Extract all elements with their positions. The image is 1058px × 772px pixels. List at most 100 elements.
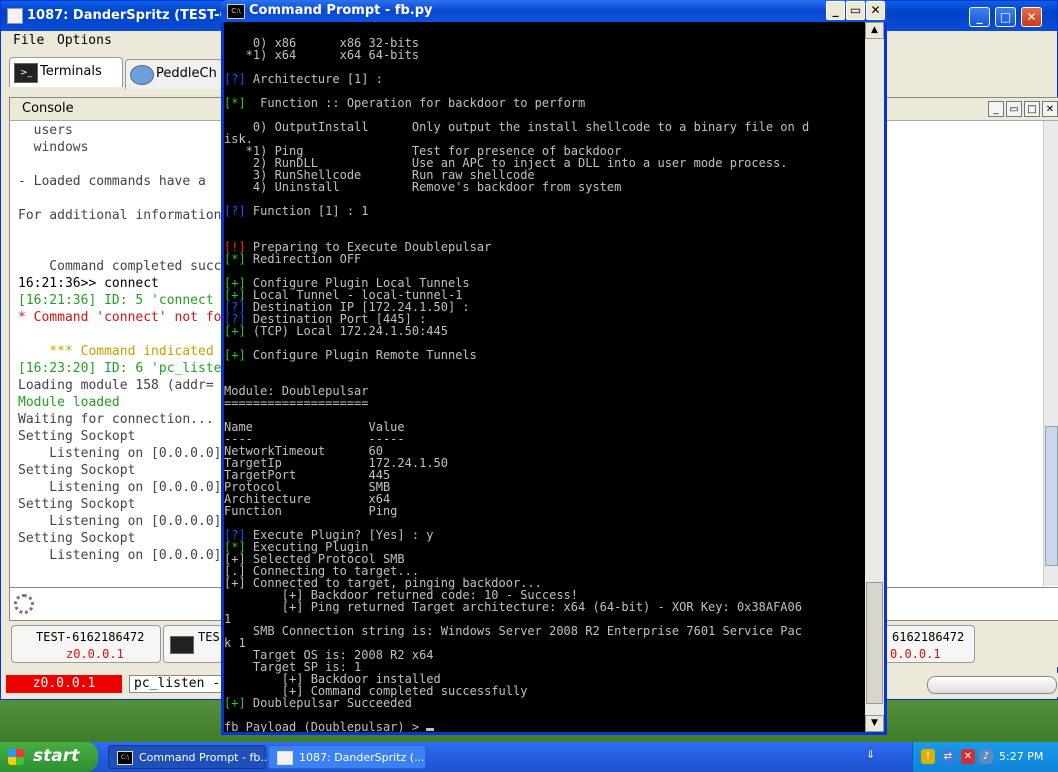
cmd-output-line: 0) OutputInstall Only output the install… bbox=[224, 121, 809, 133]
target-tab-addr: 0.0.0.1 bbox=[890, 647, 941, 661]
satellite-icon bbox=[130, 65, 154, 85]
cmd-output-line: 4) Uninstall Remove's backdoor from syst… bbox=[224, 181, 621, 193]
status-target-badge: z0.0.0.1 bbox=[6, 675, 122, 693]
volume-icon[interactable]: ♪ bbox=[979, 749, 993, 764]
system-tray: ! ⇄ ✕ ♪ 5:27 PM bbox=[912, 742, 1058, 772]
cmd-output-line: [+] Configure Plugin Remote Tunnels bbox=[224, 349, 477, 361]
menu-file[interactable]: File bbox=[13, 33, 44, 48]
cmd-text-segment: [*] bbox=[224, 252, 246, 266]
windows-logo-icon bbox=[8, 749, 24, 765]
cmd-text-segment: [+] bbox=[224, 348, 246, 362]
busy-spinner-icon bbox=[14, 594, 34, 614]
console-scroll-thumb[interactable] bbox=[1045, 426, 1058, 566]
cmd-text-segment: [+] bbox=[224, 696, 246, 710]
console-app-icon: C:\ bbox=[227, 4, 245, 19]
cmd-output-line: [?] Function [1] : 1 bbox=[224, 205, 369, 217]
cmd-text-segment: [?] bbox=[224, 204, 246, 218]
console-scrollbar[interactable] bbox=[1043, 121, 1058, 586]
console-line: - Loaded commands have a bbox=[18, 174, 206, 189]
console-line: Listening on [0.0.0.0] bbox=[18, 446, 222, 461]
cmd-close-button[interactable]: ✕ bbox=[866, 1, 885, 20]
terminal-icon bbox=[170, 636, 194, 654]
cmd-output-line: [*] Function :: Operation for backdoor t… bbox=[224, 97, 585, 109]
console-line: Listening on [0.0.0.0] bbox=[18, 514, 222, 529]
cmd-text-segment: Redirection OFF bbox=[245, 252, 362, 266]
cmd-text-segment: Function [1] : 1 bbox=[245, 204, 369, 218]
cmd-text-segment: Function Ping bbox=[224, 504, 398, 518]
console-label: Console bbox=[22, 101, 74, 116]
cmd-scroll-thumb[interactable] bbox=[866, 582, 883, 704]
cmd-output-line: [+] Doublepulsar Succeeded bbox=[224, 697, 412, 709]
cmd-text-segment: ==================== bbox=[224, 396, 369, 410]
console-line: Setting Sockopt bbox=[18, 463, 136, 478]
cmd-text-segment: [*] bbox=[224, 96, 246, 110]
scroll-up-icon[interactable]: ▲ bbox=[865, 22, 884, 39]
console-line: Waiting for connection... bbox=[18, 412, 214, 427]
taskbar: start C:\ Command Prompt - fb... 1087: D… bbox=[0, 742, 1058, 772]
console-line: 16:21:36>> connect bbox=[18, 276, 159, 291]
menu-options[interactable]: Options bbox=[57, 33, 112, 48]
target-tab[interactable]: 6162186472 0.0.0.1 bbox=[883, 625, 975, 663]
tray-expand-icon[interactable]: ⇓ bbox=[866, 748, 875, 761]
taskbar-item-danderspritz[interactable]: 1087: DanderSpritz (... bbox=[268, 745, 426, 769]
security-alert-icon[interactable]: ✕ bbox=[961, 749, 975, 764]
cmd-title: Command Prompt - fb.py bbox=[249, 3, 433, 18]
taskbar-item-cmd[interactable]: C:\ Command Prompt - fb... bbox=[108, 745, 271, 769]
terminal-icon: >_ bbox=[14, 63, 38, 83]
console-line: Setting Sockopt bbox=[18, 531, 136, 546]
console-line: For additional information bbox=[18, 208, 222, 223]
tab-terminals-label: Terminals bbox=[40, 64, 102, 79]
panel-maximize-button[interactable]: □ bbox=[1024, 101, 1040, 117]
cmd-text-segment: SMB Connection string is: Windows Server… bbox=[224, 624, 802, 638]
target-tab[interactable]: TES bbox=[163, 625, 223, 663]
cmd-output-line: [+] Ping returned Target architecture: x… bbox=[224, 601, 802, 613]
close-button[interactable]: ✕ bbox=[1021, 7, 1042, 27]
network-icon[interactable]: ⇄ bbox=[941, 749, 955, 764]
panel-close-button[interactable]: ✕ bbox=[1042, 101, 1058, 117]
start-button[interactable]: start bbox=[0, 742, 98, 772]
status-listener: pc_listen - bbox=[129, 675, 229, 693]
security-shield-icon[interactable]: ! bbox=[921, 749, 935, 764]
cmd-text-segment: Configure Plugin Remote Tunnels bbox=[245, 348, 477, 362]
tab-peddlecheap-label: PeddleCh bbox=[156, 66, 217, 81]
console-app-icon: C:\ bbox=[117, 751, 133, 765]
panel-restore-button[interactable]: ▭ bbox=[1006, 101, 1022, 117]
console-line: Setting Sockopt bbox=[18, 429, 136, 444]
target-tab-host: TEST-6162186472 bbox=[36, 630, 145, 644]
console-line: Loading module 158 (addr= bbox=[18, 378, 214, 393]
cmd-text-segment: [+] Ping returned Target architecture: x… bbox=[224, 600, 802, 614]
cmd-titlebar[interactable]: C:\ Command Prompt - fb.py _ ▭ ✕ bbox=[221, 0, 887, 22]
cmd-output-line: [+] (TCP) Local 172.24.1.50:445 bbox=[224, 325, 448, 337]
minimize-button[interactable]: _ bbox=[969, 7, 990, 27]
tab-terminals[interactable]: >_ Terminals bbox=[9, 57, 123, 87]
start-label: start bbox=[33, 746, 80, 766]
cmd-text-segment: fb Payload (Doublepulsar) > bbox=[224, 720, 427, 732]
cmd-restore-button[interactable]: ▭ bbox=[846, 1, 865, 20]
cmd-text-segment: [?] bbox=[224, 72, 246, 86]
target-tab-addr: z0.0.0.1 bbox=[66, 647, 124, 661]
cmd-text-segment: (TCP) Local 172.24.1.50:445 bbox=[245, 324, 448, 338]
console-line: Listening on [0.0.0.0] bbox=[18, 548, 222, 563]
maximize-button[interactable]: □ bbox=[995, 7, 1016, 27]
cmd-minimize-button[interactable]: _ bbox=[826, 1, 845, 20]
taskbar-item-label: Command Prompt - fb... bbox=[139, 751, 271, 764]
console-line: Setting Sockopt bbox=[18, 497, 136, 512]
status-progress bbox=[927, 676, 1057, 694]
cmd-output-line: fb Payload (Doublepulsar) > bbox=[224, 720, 435, 732]
panel-minimize-button[interactable]: _ bbox=[988, 101, 1004, 117]
scroll-down-icon[interactable]: ▼ bbox=[865, 715, 884, 732]
cmd-output-line: SMB Connection string is: Windows Server… bbox=[224, 625, 802, 637]
cmd-output[interactable]: 0) x86 x86 32-bits *1) x64 x64 64-bits [?… bbox=[224, 22, 865, 732]
cmd-text-segment: Doublepulsar Succeeded bbox=[245, 696, 412, 710]
target-tab[interactable]: TEST-6162186472 z0.0.0.1 bbox=[11, 625, 161, 663]
java-icon bbox=[277, 751, 293, 765]
text-cursor bbox=[426, 728, 435, 731]
tab-peddlecheap[interactable]: PeddleCh bbox=[125, 59, 223, 89]
cmd-text-segment: 4) Uninstall Remove's backdoor from syst… bbox=[224, 180, 622, 194]
command-prompt-window[interactable]: C:\ Command Prompt - fb.py _ ▭ ✕ 0) x86 … bbox=[221, 0, 887, 735]
target-tab-host: 6162186472 bbox=[892, 630, 965, 644]
cmd-scrollbar[interactable]: ▲ ▼ bbox=[865, 22, 884, 732]
cmd-output-line: ==================== bbox=[224, 397, 369, 409]
cmd-output-line: [?] Architecture [1] : bbox=[224, 73, 383, 85]
cmd-output-line: *1) x64 x64 64-bits bbox=[224, 49, 419, 61]
